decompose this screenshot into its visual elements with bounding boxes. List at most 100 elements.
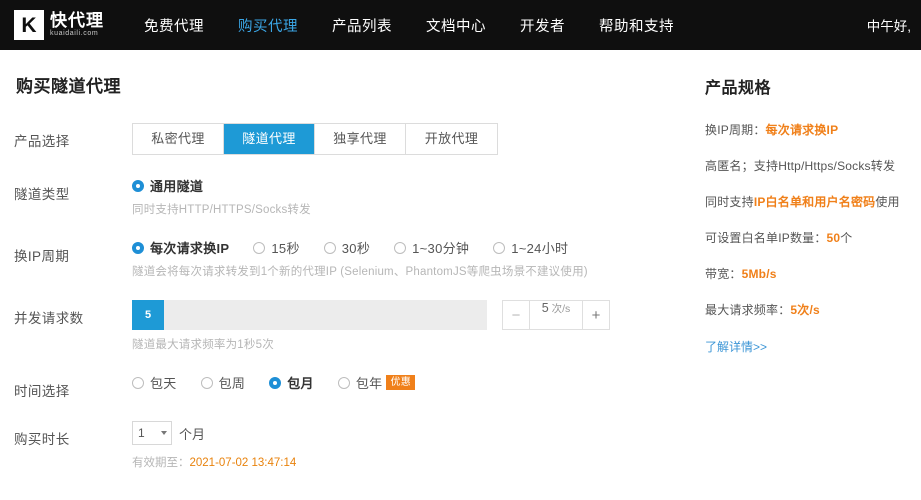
time-option-options: 包天 包周 包月 包年 优惠 (132, 373, 704, 392)
radio-label-ip-30s: 30秒 (341, 241, 371, 256)
nav-link-developer[interactable]: 开发者 (520, 15, 565, 36)
logo-text: 快代理 kuaidaili.com (50, 12, 104, 39)
stepper-increase-button[interactable]: + (583, 301, 609, 329)
spec-highlight: 5次/s (790, 303, 820, 317)
spec-item-max-rate: 最大请求频率：5次/s (705, 302, 915, 319)
site-logo[interactable]: K 快代理 kuaidaili.com (14, 10, 104, 40)
spec-pre: 可设置白名单IP数量： (705, 231, 827, 245)
spec-highlight: 50 (826, 231, 841, 245)
spec-details-link[interactable]: 了解详情>> (705, 340, 767, 354)
radio-ip-15s[interactable]: 15秒 (253, 238, 299, 257)
stepper-unit: 次/s (551, 303, 571, 315)
spec-pre: 换IP周期： (705, 123, 766, 137)
radio-dot-icon (323, 241, 336, 254)
spec-item-ip-period: 换IP周期：每次请求换IP (705, 122, 915, 139)
radio-per-month[interactable]: 包月 (269, 373, 314, 392)
radio-dot-icon (269, 376, 282, 389)
logo-k-icon: K (14, 10, 44, 40)
spec-post: 个 (840, 231, 853, 245)
stepper-value-display[interactable]: 5 次/s (529, 301, 583, 329)
label-product-select: 产品选择 (14, 134, 70, 149)
spec-pre: 带宽： (705, 267, 742, 281)
radio-per-day[interactable]: 包天 (132, 373, 177, 392)
radio-label-general-tunnel: 通用隧道 (150, 179, 204, 194)
radio-per-year[interactable]: 包年 优惠 (337, 373, 416, 392)
concurrency-slider-handle[interactable]: 5 (132, 300, 164, 330)
radio-general-tunnel[interactable]: 通用隧道 (132, 176, 203, 195)
row-concurrency: 并发请求数 5 − 5 次/s + 隧道最大请求频率为1秒5次 (14, 300, 704, 352)
row-duration: 购买时长 1 2 3 6 12 个月 (14, 421, 704, 470)
row-ip-period: 换IP周期 每次请求换IP 15秒 30秒 1~30分钟 1~24小时 隧道会将… (14, 238, 704, 279)
radio-dot-icon (493, 241, 506, 254)
radio-ip-1-24h[interactable]: 1~24小时 (493, 238, 568, 257)
spec-pre: 最大请求频率： (705, 303, 791, 317)
radio-dot-icon (394, 241, 407, 254)
nav-link-buy-proxy[interactable]: 购买代理 (238, 15, 298, 36)
purchase-form: 购买隧道代理 产品选择 私密代理 隧道代理 独享代理 开放代理 隧道类型 通用隧… (14, 50, 704, 500)
nav-link-help-support[interactable]: 帮助和支持 (599, 15, 674, 36)
stepper-value: 5 (541, 301, 549, 315)
radio-dot-icon (132, 376, 144, 389)
label-time-option: 时间选择 (14, 384, 70, 399)
duration-select[interactable]: 1 2 3 6 12 (132, 421, 172, 445)
spec-highlight: 每次请求换IP (765, 123, 839, 137)
radio-ip-30s[interactable]: 30秒 (323, 238, 371, 257)
user-greeting[interactable]: 中午好, (867, 15, 911, 35)
radio-label-per-month: 包月 (287, 376, 314, 391)
spec-post: 使用 (875, 195, 900, 209)
tunnel-type-options: 通用隧道 (132, 176, 704, 195)
radio-per-week[interactable]: 包周 (200, 373, 246, 392)
row-product-select: 产品选择 私密代理 隧道代理 独享代理 开放代理 (14, 123, 704, 155)
tab-open-proxy[interactable]: 开放代理 (406, 124, 497, 154)
product-tab-group: 私密代理 隧道代理 独享代理 开放代理 (132, 123, 498, 155)
stepper-decrease-button[interactable]: − (503, 301, 529, 329)
page-title: 购买隧道代理 (16, 77, 121, 96)
radio-label-ip-15s: 15秒 (271, 241, 300, 256)
tab-exclusive-proxy[interactable]: 独享代理 (315, 124, 406, 154)
spec-item-auth: 同时支持IP白名单和用户名密码使用 (705, 194, 915, 211)
radio-label-per-year: 包年 (355, 376, 383, 391)
spec-panel-title: 产品规格 (705, 80, 772, 97)
row-time-option: 时间选择 包天 包周 包月 包年 优惠 (14, 373, 704, 400)
duration-select-wrap: 1 2 3 6 12 (132, 421, 172, 445)
hint-tunnel-type: 同时支持HTTP/HTTPS/Socks转发 (132, 204, 311, 216)
spec-highlight: 5Mb/s (741, 267, 777, 281)
radio-ip-1-30min[interactable]: 1~30分钟 (394, 238, 469, 257)
hint-concurrency: 隧道最大请求频率为1秒5次 (132, 339, 274, 351)
concurrency-slider-track[interactable]: 5 (132, 300, 487, 330)
radio-ip-every-request[interactable]: 每次请求换IP (132, 238, 229, 257)
logo-name-cn: 快代理 (50, 10, 104, 30)
page-content: 购买隧道代理 产品选择 私密代理 隧道代理 独享代理 开放代理 隧道类型 通用隧… (0, 50, 921, 500)
radio-dot-icon (132, 241, 144, 254)
spec-item-bandwidth: 带宽：5Mb/s (705, 266, 915, 283)
label-concurrency: 并发请求数 (14, 311, 84, 326)
radio-dot-icon (200, 376, 213, 389)
radio-label-ip-1-24h: 1~24小时 (511, 241, 569, 256)
logo-name-en: kuaidaili.com (50, 29, 99, 37)
hint-ip-period: 隧道会将每次请求转发到1个新的代理IP (Selenium、PhantomJS等… (132, 266, 588, 278)
spec-pre: 同时支持 (705, 195, 754, 209)
nav-link-free-proxy[interactable]: 免费代理 (144, 15, 204, 36)
expire-info: 有效期至：2021-07-02 13:47:14 (132, 454, 704, 470)
spec-pre: 高匿名；支持Http/Https/Socks转发 (705, 159, 896, 173)
row-tunnel-type: 隧道类型 通用隧道 同时支持HTTP/HTTPS/Socks转发 (14, 176, 704, 217)
tab-private-proxy[interactable]: 私密代理 (133, 124, 224, 154)
tab-tunnel-proxy[interactable]: 隧道代理 (224, 124, 315, 154)
radio-dot-icon (132, 179, 144, 192)
radio-label-ip-1-30min: 1~30分钟 (412, 241, 470, 256)
label-duration: 购买时长 (14, 432, 70, 447)
duration-control: 1 2 3 6 12 个月 (132, 421, 704, 445)
spec-item-whitelist-count: 可设置白名单IP数量：50个 (705, 230, 915, 247)
expire-date: 2021-07-02 13:47:14 (189, 457, 297, 469)
radio-label-per-day: 包天 (150, 376, 177, 391)
spec-highlight: IP白名单和用户名密码 (753, 195, 876, 209)
nav-link-product-list[interactable]: 产品列表 (332, 15, 392, 36)
label-ip-period: 换IP周期 (14, 249, 70, 264)
spec-item-anonymity: 高匿名；支持Http/Https/Socks转发 (705, 158, 915, 175)
radio-label-ip-every-request: 每次请求换IP (150, 241, 230, 256)
nav-link-docs[interactable]: 文档中心 (426, 15, 486, 36)
expire-label: 有效期至： (132, 457, 190, 469)
product-spec-panel: 产品规格 换IP周期：每次请求换IP 高匿名；支持Http/Https/Sock… (705, 50, 915, 356)
radio-dot-icon (337, 376, 350, 389)
concurrency-stepper: − 5 次/s + (502, 300, 610, 330)
